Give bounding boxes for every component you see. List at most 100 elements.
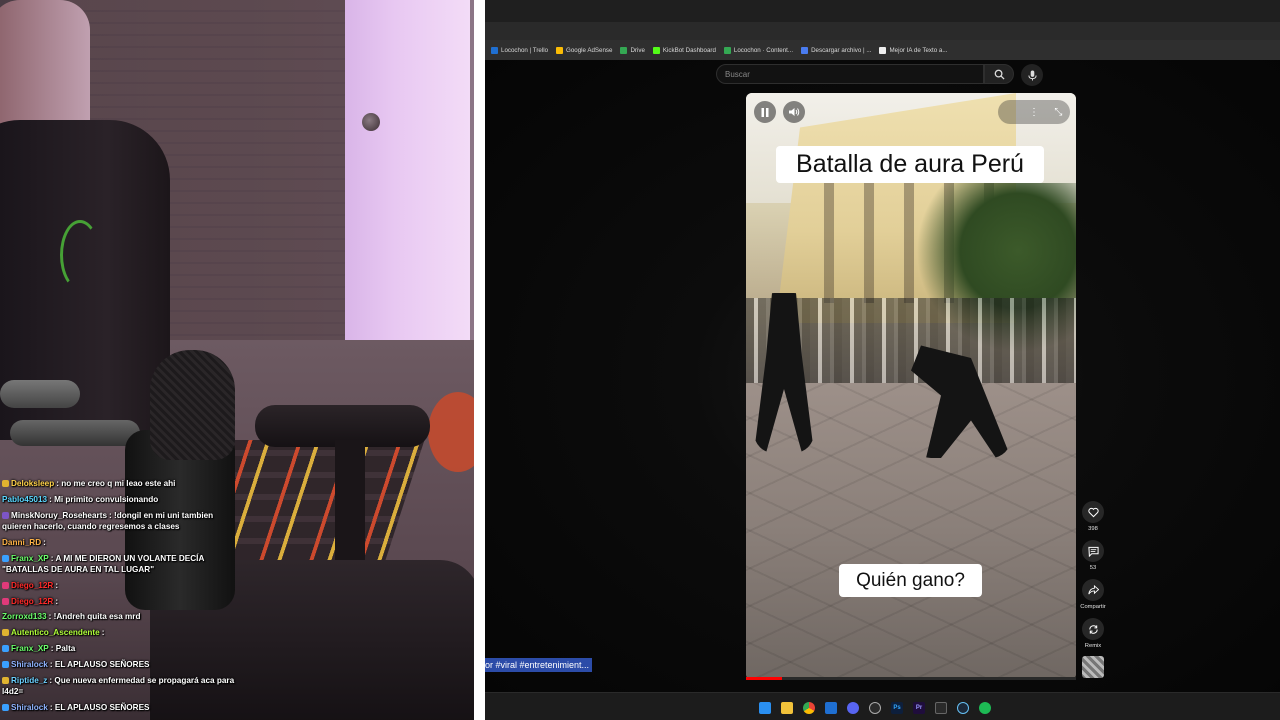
chat-text: : Mi primito convulsionando — [49, 494, 159, 504]
panel-divider — [474, 0, 485, 720]
short-video[interactable]: ⋮ ⤡ Batalla de aura Perú Quién gano? — [746, 93, 1076, 680]
door-knob — [362, 113, 380, 131]
bookmark-favicon-icon — [879, 46, 887, 54]
chat-badge-icon — [2, 581, 9, 589]
bookmark-favicon-icon — [652, 46, 660, 54]
chat-text: : no me creo q mi leao este ahi — [56, 479, 176, 488]
video-hashtags[interactable]: or #viral #entretenimient... — [485, 658, 593, 672]
premiere-icon[interactable]: Pr — [913, 702, 925, 714]
steam-icon[interactable] — [957, 702, 969, 714]
remix-label: Remix — [1084, 643, 1102, 649]
chat-text: : — [55, 580, 59, 590]
bookmark-label: Drive — [630, 46, 645, 54]
bookmark-favicon-icon — [556, 46, 564, 54]
chat-username[interactable]: Danni_RD — [2, 538, 41, 547]
chat-username[interactable]: MinskNoruy_Rosehearts — [11, 511, 107, 520]
bookmark-label: Locochon | Trello — [501, 46, 549, 54]
pause-icon — [761, 107, 769, 117]
bookmark-item[interactable]: Locochon | Trello — [491, 46, 549, 54]
door — [345, 0, 470, 375]
more-options-icon[interactable]: ⋮ — [1029, 107, 1039, 118]
trello-icon[interactable] — [825, 702, 837, 714]
chat-text: : — [55, 596, 59, 606]
remix-icon — [1088, 624, 1098, 634]
microphone-head — [150, 350, 235, 460]
chat-message: Diego_12R: — [2, 580, 242, 591]
chat-username[interactable]: Pablo45013 — [2, 495, 47, 504]
chat-username[interactable]: Riptide_z — [11, 676, 47, 685]
chat-badge-icon — [2, 597, 9, 605]
thumbs-up-icon — [1087, 507, 1099, 517]
chat-message: Pablo45013: Mi primito convulsionando — [2, 494, 242, 505]
chair-armrest-post — [335, 440, 365, 560]
share-button[interactable] — [1082, 579, 1104, 601]
browser-window: Locochon | Trello Google AdSense Drive Kick… — [485, 0, 1280, 720]
search-button[interactable] — [984, 64, 1014, 84]
volume-button[interactable] — [783, 101, 805, 123]
chat-username[interactable]: Diego_12R — [11, 597, 53, 606]
like-count: 398 — [1088, 526, 1098, 532]
share-label: Compartir — [1080, 604, 1106, 610]
chrome-icon[interactable] — [803, 702, 815, 714]
video-top-controls: ⋮ ⤡ — [998, 100, 1070, 124]
tab-strip — [485, 0, 1280, 22]
mic-arm — [0, 380, 80, 408]
chat-message: MinskNoruy_Rosehearts: !dongil en mi uni… — [2, 510, 242, 533]
chat-message: Diego_12R: — [2, 596, 242, 607]
photoshop-icon[interactable]: Ps — [891, 702, 903, 714]
chat-badge-icon — [2, 660, 9, 668]
webcam-feed: Deloksleep: no me creo q mi leao este ah… — [0, 0, 474, 720]
chat-username[interactable]: Autentico_Ascendente — [11, 628, 100, 637]
search-input[interactable]: Buscar — [716, 64, 984, 84]
pause-button[interactable] — [754, 101, 776, 123]
chat-badge-icon — [2, 511, 9, 519]
bookmark-favicon-icon — [620, 46, 628, 54]
voice-search-button[interactable] — [1021, 64, 1043, 86]
chat-text: : — [43, 537, 46, 547]
chat-badge-icon — [2, 480, 9, 487]
chat-username[interactable]: Zorroxd133 — [2, 612, 47, 621]
channel-avatar[interactable] — [1082, 656, 1104, 678]
bookmark-item[interactable]: Drive — [620, 46, 645, 54]
chat-username[interactable]: Franx_XP — [11, 554, 49, 563]
remix-button[interactable] — [1082, 618, 1104, 640]
comment-button[interactable] — [1082, 540, 1104, 562]
file-explorer-icon[interactable] — [781, 702, 793, 714]
video-progress-bar[interactable] — [746, 677, 1076, 680]
chat-message: Shiralock: EL APLAUSO SEÑORES — [2, 702, 242, 713]
spotify-icon[interactable] — [979, 702, 991, 714]
chat-text: : EL APLAUSO SEÑORES — [49, 659, 150, 669]
chat-text: : Palta — [50, 643, 76, 653]
chat-message: Franx_XP: A MI ME DIERON UN VOLANTE DECÍ… — [2, 553, 242, 576]
windows-start-icon[interactable] — [759, 702, 771, 714]
chat-badge-icon — [2, 703, 9, 711]
bookmark-label: KickBot Dashboard — [662, 46, 716, 54]
chat-badge-icon — [2, 629, 9, 637]
chat-username[interactable]: Franx_XP — [11, 644, 49, 653]
chat-username[interactable]: Shiralock — [11, 703, 48, 712]
bookmark-item[interactable]: Google AdSense — [556, 46, 612, 54]
bookmark-label: Mejor IA de Texto a... — [889, 46, 948, 54]
volume-icon — [788, 108, 799, 116]
chat-text: : EL APLAUSO SEÑORES — [49, 702, 150, 712]
bookmark-item[interactable]: Mejor IA de Texto a... — [879, 46, 948, 54]
chat-message: Shiralock: EL APLAUSO SEÑORES — [2, 659, 242, 670]
bookmark-item[interactable]: Locochon · Content... — [723, 46, 794, 54]
chat-message: Danni_RD: — [2, 537, 242, 548]
like-button[interactable] — [1082, 501, 1104, 523]
bookmark-label: Locochon · Content... — [733, 46, 794, 54]
chat-message: Franx_XP: Palta — [2, 643, 242, 654]
obs-icon[interactable] — [869, 702, 881, 714]
shorts-page: Buscar ⋮ ⤡ Batalla de aura Perú Quién ga… — [485, 60, 1280, 692]
chat-username[interactable]: Deloksleep — [11, 479, 54, 488]
discord-icon[interactable] — [847, 702, 859, 714]
fullscreen-icon[interactable]: ⤡ — [1054, 107, 1062, 118]
bookmark-item[interactable]: Descargar archivo | ... — [801, 46, 871, 54]
terminal-icon[interactable] — [935, 702, 947, 714]
chat-username[interactable]: Diego_12R — [11, 581, 53, 590]
address-bar[interactable] — [485, 22, 1280, 40]
mic-arm — [10, 420, 140, 446]
comment-count: 53 — [1089, 565, 1097, 571]
chat-username[interactable]: Shiralock — [11, 660, 48, 669]
bookmark-item[interactable]: KickBot Dashboard — [652, 46, 716, 54]
